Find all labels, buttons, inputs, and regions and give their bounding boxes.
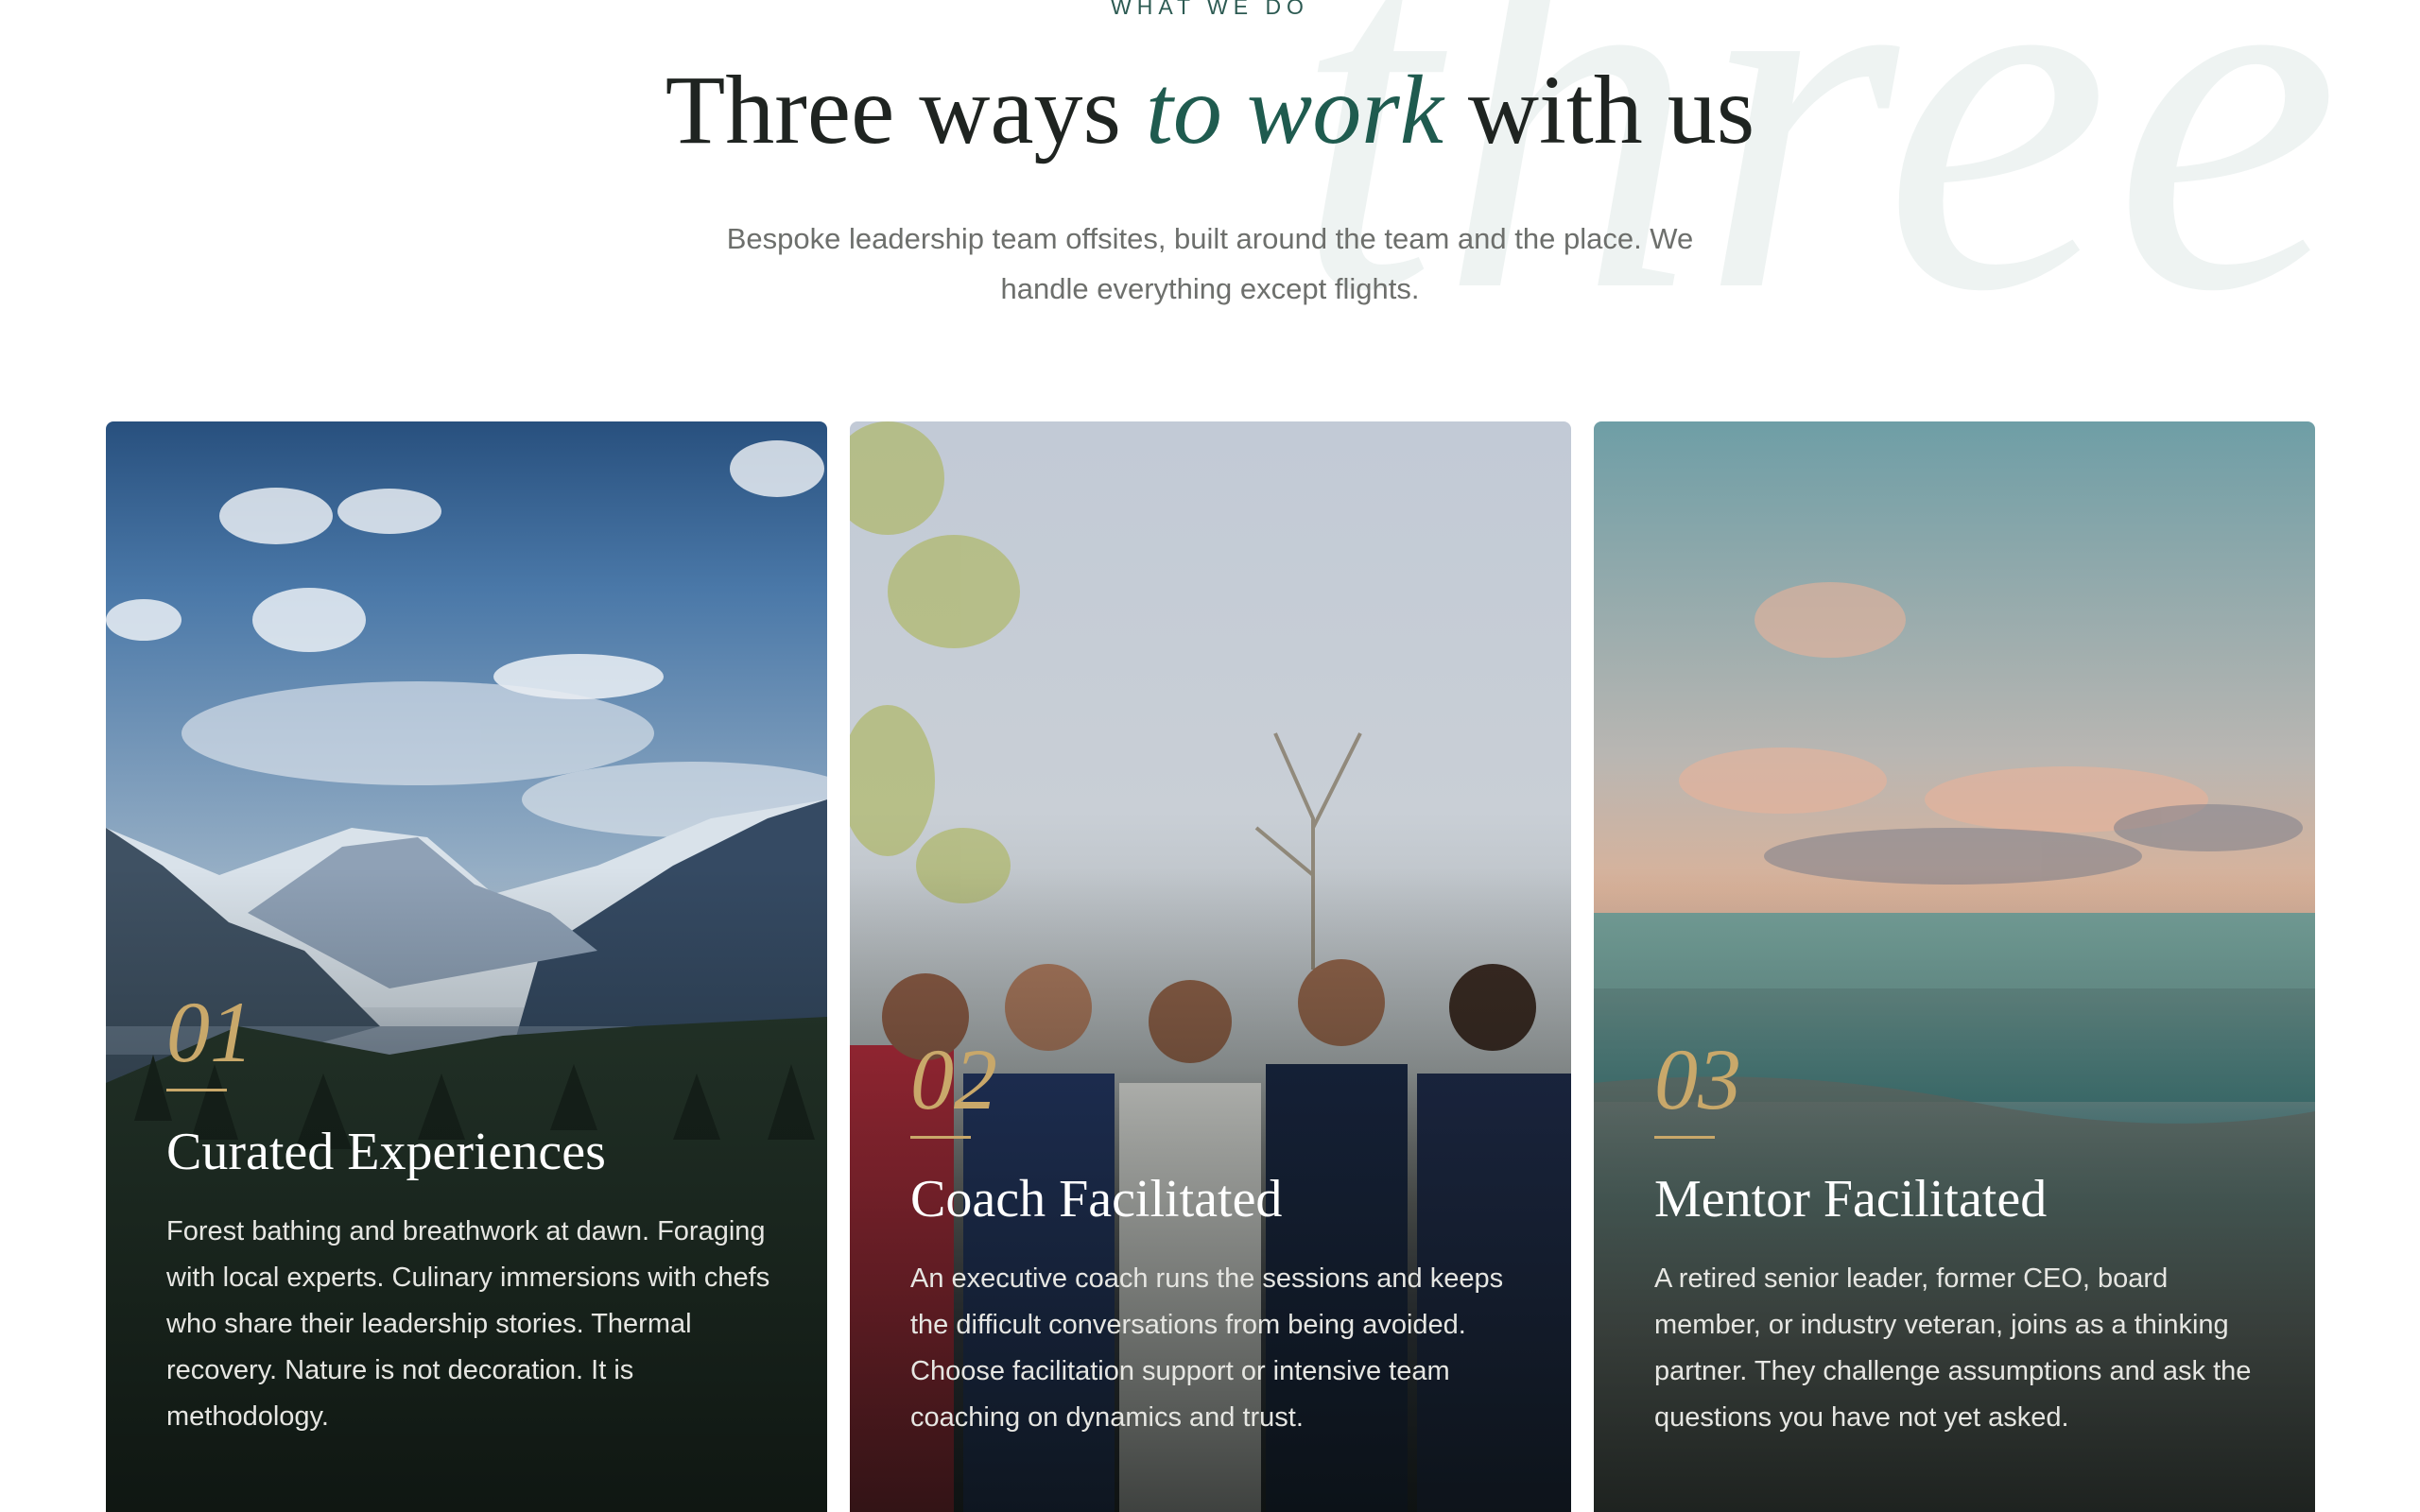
card-mentor-facilitated[interactable]: 03 Mentor Facilitated A retired senior l… (1594, 421, 2315, 1512)
card-title: Curated Experiences (166, 1123, 606, 1181)
card-content: 03 Mentor Facilitated A retired senior l… (1654, 1036, 2258, 1441)
section-title: Three ways to work with us (0, 59, 2420, 162)
title-part-1: Three ways (665, 56, 1146, 164)
card-description: An executive coach runs the sessions and… (910, 1263, 1504, 1433)
card-number: 01 (166, 984, 253, 1080)
card-divider (1654, 1136, 1715, 1139)
title-accent: to work (1145, 56, 1443, 164)
card-title: Coach Facilitated (910, 1170, 1283, 1228)
card-divider (166, 1089, 227, 1091)
card-description: Forest bathing and breathwork at dawn. F… (166, 1215, 770, 1432)
card-coach-facilitated[interactable]: 02 Coach Facilitated An executive coach … (850, 421, 1571, 1512)
card-number: 03 (1654, 1031, 1741, 1127)
card-curated-experiences[interactable]: 01 Curated Experiences Forest bathing an… (106, 421, 827, 1512)
section-subtitle: Bespoke leadership team offsites, built … (726, 222, 1694, 305)
card-content: 02 Coach Facilitated An executive coach … (910, 1036, 1514, 1441)
section-eyebrow: WHAT WE DO (1111, 0, 1309, 19)
title-part-2: with us (1443, 56, 1755, 164)
card-title: Mentor Facilitated (1654, 1170, 2048, 1228)
card-content: 01 Curated Experiences Forest bathing an… (166, 988, 770, 1440)
card-number: 02 (910, 1031, 997, 1127)
card-description: A retired senior leader, former CEO, boa… (1654, 1263, 2252, 1433)
card-divider (910, 1136, 971, 1139)
